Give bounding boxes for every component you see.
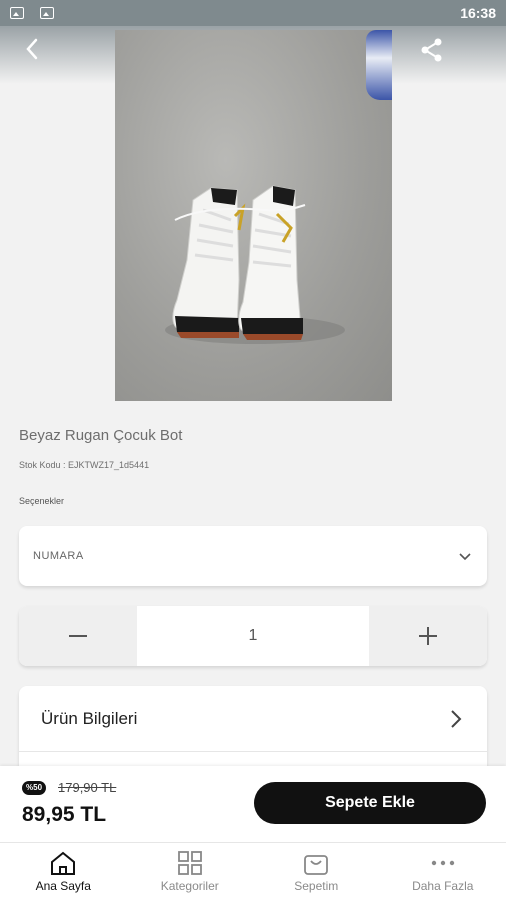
add-to-cart-button[interactable]: Sepete Ekle bbox=[254, 782, 486, 824]
chevron-right-icon bbox=[451, 709, 462, 728]
current-price: 89,95 TL bbox=[22, 803, 107, 826]
nav-label-cart: Sepetim bbox=[294, 879, 339, 893]
share-icon bbox=[421, 38, 442, 62]
home-icon bbox=[51, 851, 76, 875]
share-button[interactable] bbox=[418, 36, 446, 64]
decrease-quantity-button[interactable] bbox=[19, 606, 137, 666]
product-gallery[interactable] bbox=[0, 26, 506, 404]
options-label: Seçenekler bbox=[19, 496, 65, 506]
product-photo[interactable] bbox=[115, 30, 392, 401]
bottom-navigation: Ana Sayfa Kategoriler Sepetim Daha Fazla bbox=[0, 842, 506, 900]
quantity-value[interactable]: 1 bbox=[137, 606, 369, 666]
plus-icon bbox=[419, 627, 437, 645]
stock-code: Stok Kodu : EJKTWZ17_1d5441 bbox=[19, 460, 150, 470]
status-bar: 16:38 bbox=[0, 0, 506, 26]
more-icon bbox=[431, 860, 454, 866]
increase-quantity-button[interactable] bbox=[369, 606, 487, 666]
nav-label-categories: Kategoriler bbox=[160, 879, 219, 893]
boots-illustration bbox=[165, 185, 345, 344]
discount-badge: %50 bbox=[22, 781, 47, 795]
nav-item-cart[interactable]: Sepetim bbox=[253, 843, 380, 900]
nav-item-categories[interactable]: Kategoriler bbox=[127, 843, 254, 900]
product-info-label: Ürün Bilgileri bbox=[41, 708, 138, 728]
quantity-stepper[interactable]: 1 bbox=[19, 606, 487, 666]
old-price: 179,90 TL bbox=[58, 780, 117, 795]
chevron-left-icon bbox=[26, 38, 38, 60]
back-button[interactable] bbox=[18, 34, 48, 64]
size-select[interactable]: NUMARA bbox=[19, 526, 487, 586]
chevron-down-icon bbox=[459, 553, 471, 561]
nav-label-more: Daha Fazla bbox=[412, 879, 474, 893]
minus-icon bbox=[69, 635, 87, 637]
product-title: Beyaz Rugan Çocuk Bot bbox=[19, 427, 183, 444]
purchase-bar: %50 179,90 TL 89,95 TL Sepete Ekle bbox=[0, 766, 506, 842]
nav-label-home: Ana Sayfa bbox=[35, 879, 91, 893]
basket-icon bbox=[304, 855, 329, 875]
gallery-notification-icon bbox=[10, 7, 24, 19]
image-notification-icon bbox=[40, 7, 54, 19]
size-select-label: NUMARA bbox=[33, 550, 84, 562]
product-info-row[interactable]: Ürün Bilgileri bbox=[19, 686, 487, 752]
nav-item-more[interactable]: Daha Fazla bbox=[380, 843, 506, 900]
nav-item-home[interactable]: Ana Sayfa bbox=[0, 843, 127, 900]
grid-icon bbox=[177, 851, 202, 875]
status-time: 16:38 bbox=[460, 5, 496, 21]
